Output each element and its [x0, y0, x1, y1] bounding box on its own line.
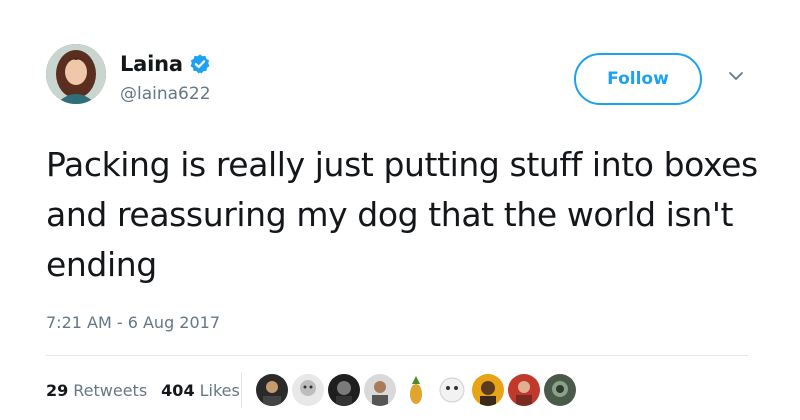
- stats-divider: [241, 372, 242, 408]
- avatar[interactable]: [46, 44, 106, 104]
- likes-stat[interactable]: 404 Likes: [161, 381, 240, 400]
- liker-avatar[interactable]: [508, 374, 540, 406]
- liker-avatar[interactable]: [544, 374, 576, 406]
- liker-avatar[interactable]: [292, 374, 324, 406]
- tweet-text: Packing is really just putting stuff int…: [46, 145, 758, 284]
- tweet-stats: 29 Retweets 404 Likes: [46, 381, 240, 400]
- liker-avatar[interactable]: [364, 374, 396, 406]
- display-name[interactable]: Laina: [120, 52, 183, 76]
- liker-avatar[interactable]: [436, 374, 468, 406]
- retweets-stat[interactable]: 29 Retweets: [46, 381, 147, 400]
- tweet-timestamp[interactable]: 7:21 AM - 6 Aug 2017: [46, 313, 220, 332]
- liker-avatar[interactable]: [472, 374, 504, 406]
- liker-avatars: [256, 374, 576, 406]
- likes-count: 404: [161, 381, 195, 400]
- retweets-label: Retweets: [73, 381, 148, 400]
- tweet-card: Laina @laina622 Follow Packing is really…: [0, 0, 800, 420]
- retweets-count: 29: [46, 381, 69, 400]
- likes-label: Likes: [199, 381, 240, 400]
- divider: [46, 355, 748, 356]
- liker-avatar[interactable]: [400, 374, 432, 406]
- user-handle[interactable]: @laina622: [120, 84, 211, 104]
- liker-avatar[interactable]: [328, 374, 360, 406]
- author-name-row[interactable]: Laina: [120, 52, 211, 76]
- liker-avatar[interactable]: [256, 374, 288, 406]
- verified-badge-icon: [190, 54, 210, 74]
- follow-button[interactable]: Follow: [574, 53, 702, 105]
- chevron-down-icon[interactable]: [728, 70, 744, 82]
- avatar-image: [46, 44, 106, 104]
